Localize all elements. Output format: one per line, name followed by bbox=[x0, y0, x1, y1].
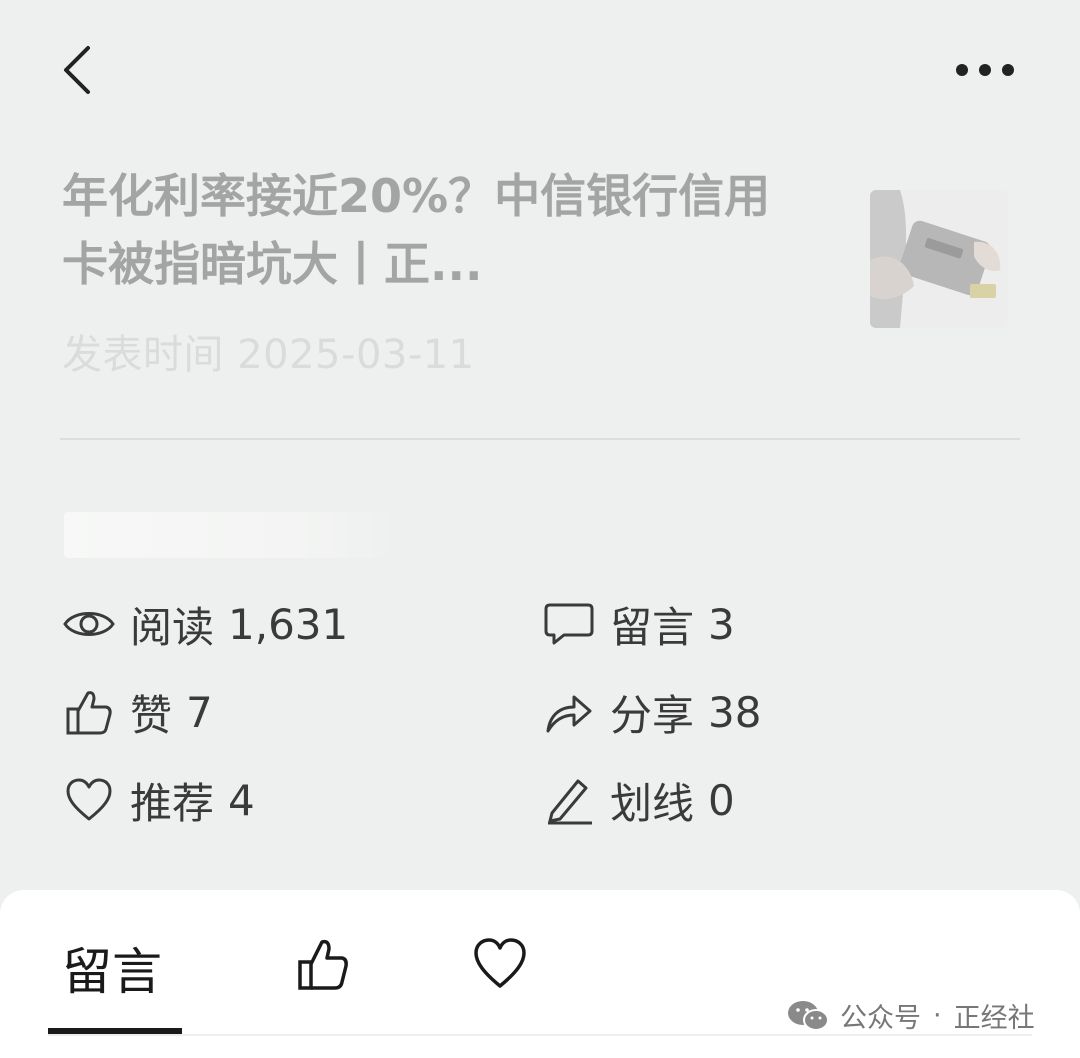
heart-icon bbox=[474, 938, 526, 988]
thumbs-up-icon bbox=[298, 939, 348, 990]
stat-label: 推荐 bbox=[130, 778, 215, 828]
stat-label: 阅读 bbox=[130, 602, 215, 652]
stat-value: 1,631 bbox=[228, 599, 349, 649]
tab-recommends[interactable] bbox=[472, 936, 528, 992]
publish-time: 发表时间 2025-03-11 bbox=[62, 332, 475, 378]
stat-value: 38 bbox=[708, 687, 762, 737]
heart-icon bbox=[62, 773, 116, 827]
stat-value: 7 bbox=[186, 687, 213, 737]
watermark-account: 正经社 bbox=[953, 1003, 1035, 1034]
watermark: 公众号 · 正经社 bbox=[786, 996, 1035, 1035]
eye-icon bbox=[62, 597, 116, 651]
article-thumbnail[interactable] bbox=[870, 190, 1008, 328]
stat-label: 分享 bbox=[610, 690, 695, 740]
thumbs-up-icon bbox=[62, 685, 116, 739]
stat-underlines: 划线 0 bbox=[542, 770, 735, 830]
stat-label: 划线 bbox=[610, 778, 695, 828]
tab-comments[interactable]: 留言 bbox=[62, 932, 162, 1004]
faded-placeholder bbox=[64, 512, 400, 558]
stat-likes: 赞 7 bbox=[62, 682, 213, 742]
more-horizontal-icon bbox=[956, 64, 1014, 76]
chevron-left-icon bbox=[64, 46, 90, 94]
stat-reads: 阅读 1,631 bbox=[62, 594, 348, 654]
watermark-source: 公众号 bbox=[840, 1003, 921, 1034]
pencil-icon bbox=[542, 773, 596, 827]
stat-shares: 分享 38 bbox=[542, 682, 761, 742]
stat-value: 0 bbox=[708, 775, 735, 825]
stat-label: 留言 bbox=[610, 602, 695, 652]
stat-label: 赞 bbox=[130, 690, 173, 740]
divider bbox=[60, 438, 1020, 440]
watermark-separator: · bbox=[933, 1000, 942, 1031]
share-arrow-icon bbox=[542, 685, 596, 739]
wechat-icon bbox=[788, 1000, 829, 1031]
back-button[interactable] bbox=[56, 40, 104, 100]
stat-value: 3 bbox=[708, 599, 735, 649]
comment-bubble-icon bbox=[542, 597, 596, 651]
more-options-button[interactable] bbox=[950, 50, 1020, 90]
article-title[interactable]: 年化利率接近20%？中信银行信用卡被指暗坑大丨正... bbox=[62, 162, 802, 298]
stat-comments: 留言 3 bbox=[542, 594, 735, 654]
tab-likes[interactable] bbox=[294, 934, 350, 994]
stat-value: 4 bbox=[228, 775, 255, 825]
card-payment-terminal-image bbox=[870, 190, 1008, 328]
stat-recommends: 推荐 4 bbox=[62, 770, 255, 830]
